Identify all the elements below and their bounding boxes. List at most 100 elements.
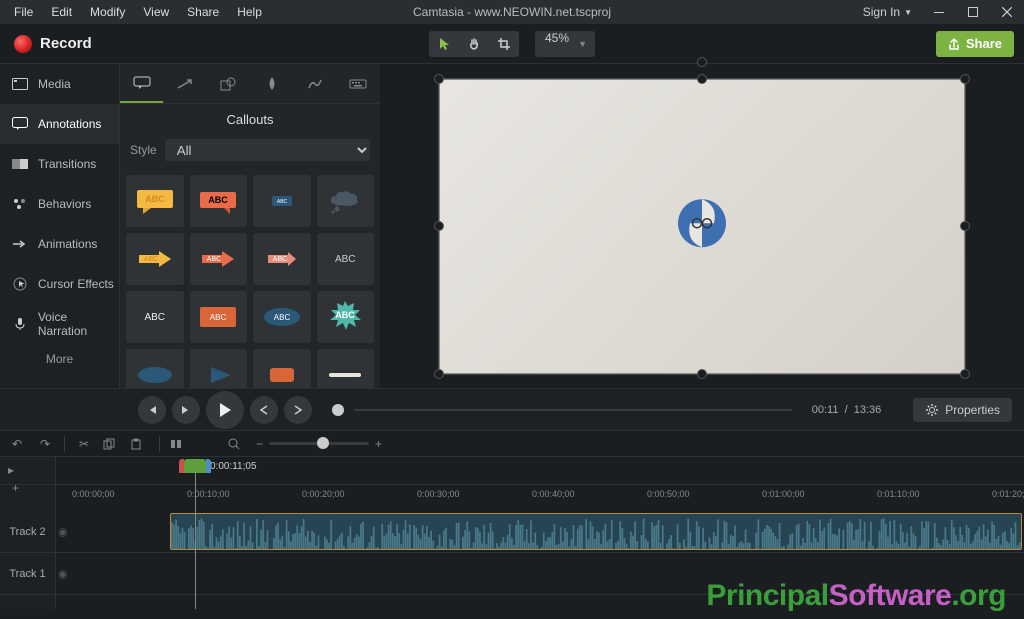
style-select[interactable]: All [165, 139, 370, 161]
sketch-icon [307, 78, 323, 90]
canvas-tool-group [429, 31, 519, 57]
callout-speech-yellow[interactable]: ABC [126, 175, 184, 227]
resize-handle-bm[interactable] [697, 369, 707, 379]
rotate-handle[interactable] [697, 57, 707, 67]
panel-tab-arrows[interactable] [163, 64, 206, 103]
menu-help[interactable]: Help [229, 3, 270, 21]
callout-speech-orange[interactable]: ABC [190, 175, 248, 227]
media-icon [12, 78, 28, 90]
copy-button[interactable] [103, 438, 121, 450]
scrubber-track[interactable] [354, 409, 792, 411]
track-label-2[interactable]: Track 2 [0, 511, 56, 552]
sidebar-tab-voice-narration[interactable]: Voice Narration [0, 304, 119, 344]
panel-tab-sketch[interactable] [293, 64, 336, 103]
track-visibility-icon[interactable]: ◉ [58, 525, 68, 538]
signin-button[interactable]: Sign In▼ [853, 3, 922, 21]
zoom-out-icon[interactable]: − [256, 437, 263, 451]
edit-tool-button[interactable] [429, 31, 459, 57]
callout-arrow-yellow[interactable]: ABC [126, 233, 184, 285]
tool-sidebar: Media Annotations Transitions Behaviors … [0, 64, 120, 388]
resize-handle-ml[interactable] [434, 221, 444, 231]
close-button[interactable] [990, 0, 1024, 24]
next-frame-button[interactable] [172, 396, 200, 424]
ruler-tick: 0:01:20;00 [992, 489, 1024, 499]
callout-line-white[interactable] [317, 349, 375, 388]
time-ruler[interactable]: 0:00:00;000:00:10;000:00:20;000:00:30;00… [72, 489, 1024, 507]
properties-button[interactable]: Properties [913, 398, 1012, 422]
callout-rect-orange-solid[interactable]: ABC [190, 291, 248, 343]
callout-shape-orange[interactable] [253, 349, 311, 388]
main-menu: File Edit Modify View Share Help [0, 3, 270, 21]
callout-ellipse-blue[interactable]: ABC [253, 291, 311, 343]
menu-view[interactable]: View [135, 3, 177, 21]
menu-share[interactable]: Share [179, 3, 227, 21]
menu-file[interactable]: File [6, 3, 41, 21]
panel-tab-shapes[interactable] [207, 64, 250, 103]
sidebar-tab-media[interactable]: Media [0, 64, 119, 104]
zoom-fit-button[interactable] [228, 438, 246, 450]
resize-handle-tl[interactable] [434, 74, 444, 84]
resize-handle-bl[interactable] [434, 369, 444, 379]
preview-canvas[interactable] [438, 78, 966, 375]
playhead-ruler[interactable]: 0:00:11;05 [0, 457, 1024, 485]
sidebar-tab-cursor-effects[interactable]: Cursor Effects [0, 264, 119, 304]
prev-frame-button[interactable] [138, 396, 166, 424]
callout-burst-teal[interactable]: ABC [317, 291, 375, 343]
sidebar-tab-transitions[interactable]: Transitions [0, 144, 119, 184]
next-marker-button[interactable] [284, 396, 312, 424]
menu-edit[interactable]: Edit [43, 3, 80, 21]
ruler-tick: 0:00:00;00 [72, 489, 115, 499]
annotations-icon [12, 117, 28, 131]
playhead-handle[interactable] [184, 459, 206, 473]
panel-tab-blur[interactable] [250, 64, 293, 103]
zoom-select[interactable]: 45% [535, 31, 595, 57]
callout-thought-cloud[interactable] [317, 175, 375, 227]
sidebar-tab-behaviors[interactable]: Behaviors [0, 184, 119, 224]
panel-tab-keys[interactable] [337, 64, 380, 103]
menu-modify[interactable]: Modify [82, 3, 133, 21]
panel-tab-callouts[interactable] [120, 64, 163, 103]
resize-handle-br[interactable] [960, 369, 970, 379]
minimize-button[interactable] [922, 0, 956, 24]
callout-triangle-blue[interactable] [190, 349, 248, 388]
zoom-slider-handle[interactable] [317, 437, 329, 449]
toolbar: Record 45% ▼ Share [0, 24, 1024, 64]
timeline-zoom-slider[interactable]: − + [256, 437, 382, 451]
prev-marker-button[interactable] [250, 396, 278, 424]
callout-ellipse-blue-2[interactable] [126, 349, 184, 388]
track-row-2[interactable]: Track 2 ◉ [0, 511, 1024, 553]
redo-button[interactable]: ↷ [36, 437, 54, 451]
track-visibility-icon[interactable]: ◉ [58, 567, 68, 580]
waveform-icon [171, 514, 1021, 550]
cursor-effects-icon [12, 277, 28, 291]
resize-handle-tm[interactable] [697, 74, 707, 84]
record-button[interactable]: Record [0, 35, 106, 53]
sidebar-tab-animations[interactable]: Animations [0, 224, 119, 264]
share-button[interactable]: Share [936, 31, 1014, 57]
media-clip[interactable] [170, 513, 1022, 550]
scrubber-handle[interactable] [332, 404, 344, 416]
resize-handle-mr[interactable] [960, 221, 970, 231]
sidebar-more[interactable]: More [0, 344, 119, 374]
resize-handle-tr[interactable] [960, 74, 970, 84]
zoom-in-icon[interactable]: + [375, 437, 382, 451]
track-label-1[interactable]: Track 1 [0, 553, 56, 594]
canvas-area[interactable] [380, 64, 1024, 388]
paste-button[interactable] [131, 438, 149, 450]
cut-button[interactable]: ✂ [75, 437, 93, 451]
callout-rect-blue[interactable]: ABC [253, 175, 311, 227]
play-button[interactable] [206, 391, 244, 429]
svg-text:ABC: ABC [274, 313, 291, 322]
callout-text-plain[interactable]: ABC [317, 233, 375, 285]
sidebar-tab-annotations[interactable]: Annotations [0, 104, 119, 144]
split-button[interactable] [170, 437, 188, 451]
crop-tool-button[interactable] [489, 31, 519, 57]
blur-icon [266, 76, 278, 92]
pan-tool-button[interactable] [459, 31, 489, 57]
playhead[interactable]: 0:00:11;05 [184, 459, 257, 473]
callout-arrow-orange[interactable]: ABC [190, 233, 248, 285]
callout-arrow-pink[interactable]: ABC [253, 233, 311, 285]
callout-text-white[interactable]: ABC [126, 291, 184, 343]
undo-button[interactable]: ↶ [8, 437, 26, 451]
maximize-button[interactable] [956, 0, 990, 24]
